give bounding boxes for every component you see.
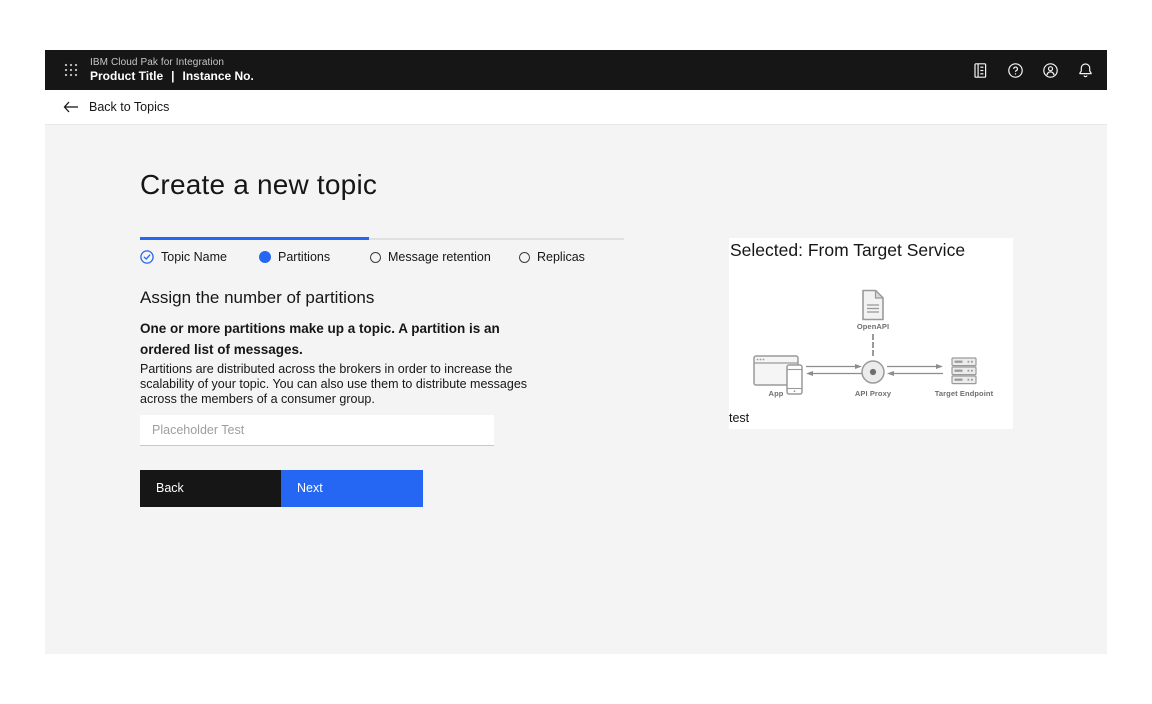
instance-number: Instance No. [182, 69, 253, 84]
step-label: Replicas [537, 250, 585, 264]
target-endpoint-label: Target Endpoint [922, 389, 1006, 398]
partitions-input[interactable] [140, 415, 494, 446]
next-button[interactable]: Next [281, 470, 423, 507]
page-title: Create a new topic [140, 169, 377, 201]
selection-summary-card: Selected: From Target Service OpenAPI [729, 238, 1013, 429]
openapi-label: OpenAPI [843, 322, 903, 331]
wizard-buttons: Back Next [140, 470, 423, 507]
step-replicas[interactable]: Replicas [519, 250, 585, 264]
dashed-connector [872, 334, 874, 356]
step-topic-name[interactable]: Topic Name [140, 250, 227, 264]
page: IBM Cloud Pak for Integration Product Ti… [0, 0, 1152, 704]
catalog-icon[interactable] [972, 62, 989, 79]
back-to-topics-link[interactable]: Back to Topics [63, 100, 169, 114]
bidirectional-arrows-left [805, 363, 863, 377]
current-step-dot-icon [259, 251, 271, 263]
bidirectional-arrows-right [886, 363, 944, 377]
incomplete-step-circle-icon [370, 252, 381, 263]
back-link-label: Back to Topics [89, 100, 169, 114]
title-divider: | [171, 69, 174, 84]
server-stack-icon [951, 357, 977, 385]
user-avatar-icon[interactable] [1042, 62, 1059, 79]
card-footnote: test [729, 411, 749, 425]
lead-paragraph: One or more partitions make up a topic. … [140, 318, 502, 360]
back-button[interactable]: Back [140, 470, 281, 507]
step-message-retention[interactable]: Message retention [370, 250, 491, 264]
section-heading: Assign the number of partitions [140, 288, 374, 308]
notifications-bell-icon[interactable] [1077, 62, 1094, 79]
top-header-bar: IBM Cloud Pak for Integration Product Ti… [45, 50, 1107, 90]
product-line: Product Title | Instance No. [90, 69, 254, 84]
step-label: Message retention [388, 250, 491, 264]
product-title: Product Title [90, 69, 163, 84]
arrow-left-icon [63, 101, 79, 113]
openapi-document-icon [860, 289, 886, 321]
grid-dots-icon [64, 63, 78, 77]
main-content-panel: Create a new topic Topic Name Partitions… [45, 124, 1107, 654]
progress-track-complete [140, 237, 369, 240]
header-actions [972, 62, 1094, 79]
progress-bar [140, 237, 624, 241]
header-titles: IBM Cloud Pak for Integration Product Ti… [90, 56, 254, 84]
incomplete-step-circle-icon [519, 252, 530, 263]
step-partitions[interactable]: Partitions [259, 250, 330, 264]
check-circle-icon [140, 250, 154, 264]
sub-header-bar: Back to Topics [45, 90, 1107, 124]
step-label: Topic Name [161, 250, 227, 264]
body-paragraph: Partitions are distributed across the br… [140, 362, 554, 407]
api-flow-diagram: OpenAPI App [729, 238, 1013, 429]
api-proxy-label: API Proxy [838, 389, 908, 398]
app-label: App [749, 389, 803, 398]
help-icon[interactable] [1007, 62, 1024, 79]
app-name: IBM Cloud Pak for Integration [90, 56, 254, 69]
step-label: Partitions [278, 250, 330, 264]
app-switcher-icon[interactable] [61, 60, 81, 80]
api-proxy-icon [860, 359, 886, 385]
